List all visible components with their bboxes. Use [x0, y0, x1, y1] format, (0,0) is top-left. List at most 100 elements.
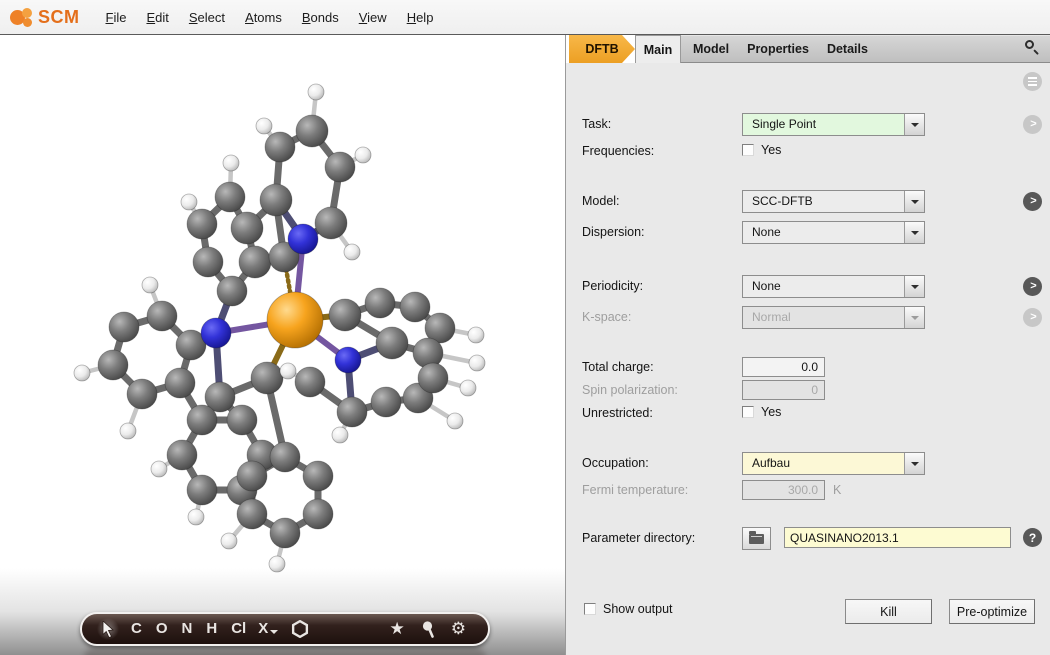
- atom-H[interactable]: [460, 380, 476, 396]
- atom-H[interactable]: [221, 533, 237, 549]
- probe-tool[interactable]: [421, 621, 435, 638]
- dropdown-arrow-button[interactable]: [904, 191, 924, 212]
- menu-help[interactable]: Help: [407, 10, 434, 25]
- show-output-checkbox[interactable]: [584, 603, 596, 615]
- molecule-3d-view[interactable]: [0, 35, 566, 655]
- dropdown-arrow-button[interactable]: [904, 114, 924, 135]
- tab-model[interactable]: Model: [693, 42, 729, 56]
- atom-H[interactable]: [151, 461, 167, 477]
- atom-C[interactable]: [237, 499, 267, 529]
- atom-C[interactable]: [167, 440, 197, 470]
- atom-C[interactable]: [127, 379, 157, 409]
- atom-C[interactable]: [187, 405, 217, 435]
- select-cursor-tool[interactable]: [96, 617, 120, 641]
- atom-C[interactable]: [193, 247, 223, 277]
- atom-C[interactable]: [227, 405, 257, 435]
- molecule-viewport[interactable]: C O N H Cl X ★ ⚙: [0, 35, 566, 655]
- model-dropdown[interactable]: SCC-DFTB: [742, 190, 925, 213]
- settings-tool[interactable]: ⚙: [451, 619, 466, 639]
- atom-C[interactable]: [295, 367, 325, 397]
- atom-H[interactable]: [269, 556, 285, 572]
- atom-C[interactable]: [237, 461, 267, 491]
- atom-C[interactable]: [98, 350, 128, 380]
- atom-C[interactable]: [215, 182, 245, 212]
- menu-edit[interactable]: Edit: [146, 10, 168, 25]
- atom-H[interactable]: [355, 147, 371, 163]
- atom-H[interactable]: [332, 427, 348, 443]
- atom-C[interactable]: [239, 246, 271, 278]
- tab-main[interactable]: Main: [635, 35, 681, 63]
- element-nitrogen-button[interactable]: N: [182, 614, 193, 644]
- task-details-button[interactable]: >: [1023, 115, 1042, 134]
- atom-C[interactable]: [187, 475, 217, 505]
- element-chlorine-button[interactable]: Cl: [231, 614, 246, 644]
- frequencies-option-label[interactable]: Yes: [761, 143, 781, 157]
- atom-H[interactable]: [280, 363, 296, 379]
- atom-C[interactable]: [376, 327, 408, 359]
- element-hydrogen-button[interactable]: H: [206, 614, 217, 644]
- atom-H[interactable]: [447, 413, 463, 429]
- atom-C[interactable]: [147, 301, 177, 331]
- task-dropdown[interactable]: Single Point: [742, 113, 925, 136]
- search-button[interactable]: [1024, 39, 1040, 60]
- tab-properties[interactable]: Properties: [747, 42, 809, 56]
- atom-C[interactable]: [418, 363, 448, 393]
- atom-C[interactable]: [303, 461, 333, 491]
- atom-H[interactable]: [469, 355, 485, 371]
- atom-H[interactable]: [308, 84, 324, 100]
- atom-C[interactable]: [315, 207, 347, 239]
- atom-C[interactable]: [187, 209, 217, 239]
- preoptimize-button[interactable]: Pre-optimize: [949, 599, 1035, 624]
- unrestricted-option-label[interactable]: Yes: [761, 405, 781, 419]
- ring-structure-tool[interactable]: [291, 620, 309, 638]
- element-picker-button[interactable]: X: [258, 614, 278, 644]
- dropdown-arrow-button[interactable]: [904, 276, 924, 297]
- atom-C[interactable]: [109, 312, 139, 342]
- atom-H[interactable]: [223, 155, 239, 171]
- frequencies-checkbox[interactable]: [742, 144, 754, 156]
- atom-H[interactable]: [188, 509, 204, 525]
- atom-N[interactable]: [335, 347, 361, 373]
- atom-N[interactable]: [288, 224, 318, 254]
- atom-C[interactable]: [400, 292, 430, 322]
- kill-button[interactable]: Kill: [845, 599, 932, 624]
- atom-C[interactable]: [371, 387, 401, 417]
- atom-C[interactable]: [217, 276, 247, 306]
- atom-C[interactable]: [265, 132, 295, 162]
- parameter-directory-input[interactable]: [784, 527, 1011, 548]
- panel-menu-button[interactable]: [1023, 72, 1042, 91]
- atom-C[interactable]: [270, 518, 300, 548]
- periodicity-dropdown[interactable]: None: [742, 275, 925, 298]
- atom-C[interactable]: [231, 212, 263, 244]
- element-oxygen-button[interactable]: O: [156, 614, 168, 644]
- atom-C[interactable]: [260, 184, 292, 216]
- atom-C[interactable]: [329, 299, 361, 331]
- parameter-directory-help-button[interactable]: ?: [1023, 528, 1042, 547]
- model-details-button[interactable]: >: [1023, 192, 1042, 211]
- atom-H[interactable]: [468, 327, 484, 343]
- menu-file[interactable]: File: [106, 10, 127, 25]
- atom-H[interactable]: [120, 423, 136, 439]
- atom-Ru[interactable]: [267, 292, 323, 348]
- atom-C[interactable]: [296, 115, 328, 147]
- menu-select[interactable]: Select: [189, 10, 225, 25]
- browse-directory-button[interactable]: [742, 527, 771, 550]
- occupation-dropdown[interactable]: Aufbau: [742, 452, 925, 475]
- dropdown-arrow-button[interactable]: [904, 222, 924, 243]
- atom-N[interactable]: [201, 318, 231, 348]
- atom-H[interactable]: [256, 118, 272, 134]
- structures-tool[interactable]: ★: [390, 619, 405, 639]
- atom-C[interactable]: [365, 288, 395, 318]
- menu-atoms[interactable]: Atoms: [245, 10, 282, 25]
- atom-H[interactable]: [142, 277, 158, 293]
- atom-C[interactable]: [270, 442, 300, 472]
- atom-C[interactable]: [325, 152, 355, 182]
- periodicity-details-button[interactable]: >: [1023, 277, 1042, 296]
- dispersion-dropdown[interactable]: None: [742, 221, 925, 244]
- element-carbon-button[interactable]: C: [131, 614, 142, 644]
- atom-C[interactable]: [251, 362, 283, 394]
- show-output-label[interactable]: Show output: [603, 602, 673, 616]
- menu-bonds[interactable]: Bonds: [302, 10, 339, 25]
- dropdown-arrow-button[interactable]: [904, 453, 924, 474]
- total-charge-input[interactable]: [742, 357, 825, 377]
